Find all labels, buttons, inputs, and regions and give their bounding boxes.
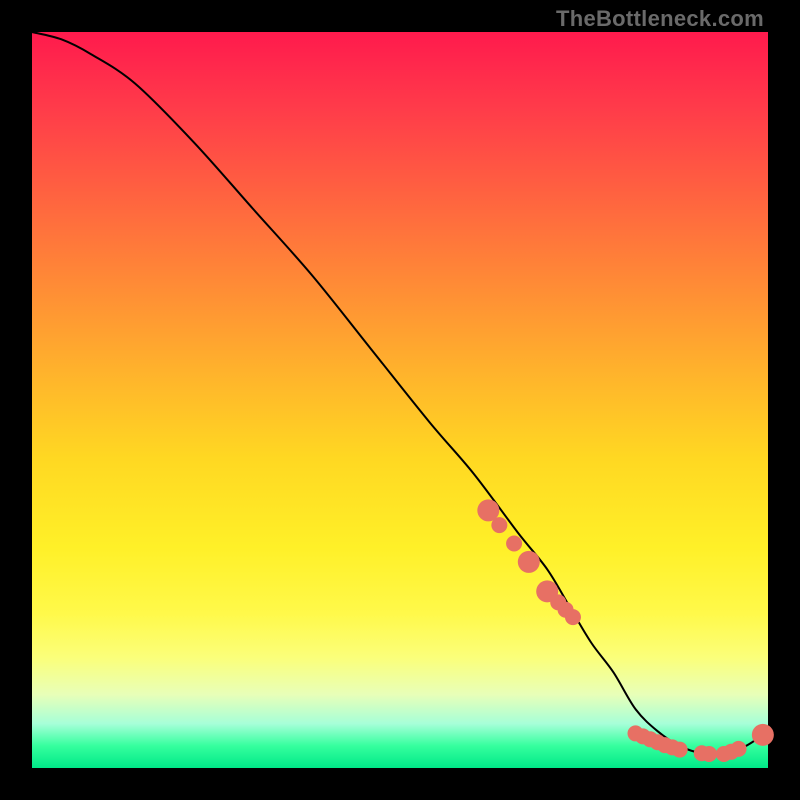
main-curve-path — [32, 32, 768, 754]
chart-marker — [518, 551, 540, 573]
chart-marker — [701, 746, 717, 762]
watermark-label: TheBottleneck.com — [556, 6, 764, 32]
chart-stage: TheBottleneck.com — [0, 0, 800, 800]
chart-svg — [32, 32, 768, 768]
chart-marker — [565, 609, 581, 625]
chart-marker — [672, 742, 688, 758]
chart-marker — [752, 724, 774, 746]
chart-marker — [491, 517, 507, 533]
chart-marker — [731, 741, 747, 757]
chart-marker — [506, 536, 522, 552]
chart-plot-area — [32, 32, 768, 768]
